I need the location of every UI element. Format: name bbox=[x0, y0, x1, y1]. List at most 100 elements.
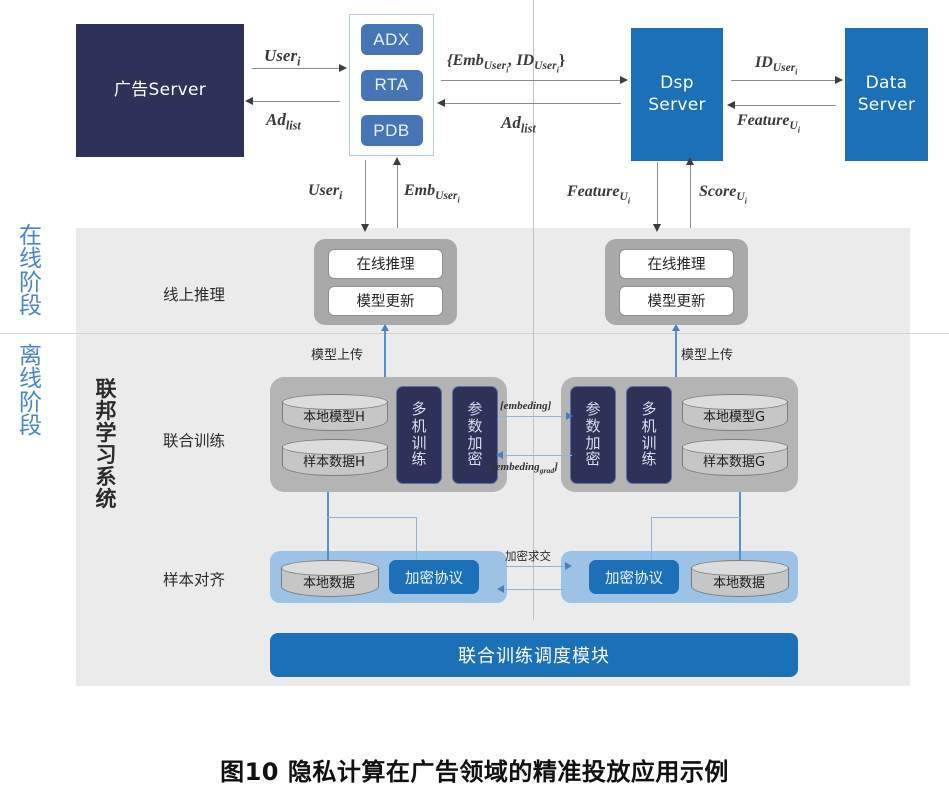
joint-training-group-left: 本地模型H 样本数据H 多机训练 参数加密 bbox=[270, 377, 507, 492]
arrow-adlist2-line bbox=[441, 103, 621, 105]
param-encrypt-right-label: 参数加密 bbox=[585, 399, 601, 469]
encrypted-intersect-label-text: 加密求交 bbox=[505, 549, 551, 563]
online-inference-box-right[interactable]: 在线推理 bbox=[619, 248, 734, 279]
flow-feature-down-head bbox=[653, 224, 661, 232]
label-user-i-sub: i bbox=[297, 54, 301, 69]
system-label: 联邦学习系统 bbox=[90, 378, 122, 510]
label-id-user: IDUseri bbox=[755, 54, 797, 76]
arrow-feature-line bbox=[731, 105, 836, 107]
flow-score-up-head bbox=[686, 157, 694, 165]
online-inference-group-left: 在线推理 模型更新 bbox=[314, 239, 457, 325]
stage-label-offline-text: 离线阶段 bbox=[19, 343, 43, 440]
align-to-train-line-right-v1 bbox=[739, 492, 742, 560]
data-server-box[interactable]: Data Server bbox=[845, 28, 928, 161]
embeding-label: [embeding] bbox=[500, 400, 551, 412]
label-ad-list-2: Adlist bbox=[501, 113, 536, 136]
label-emb-user: EmbUseri bbox=[404, 182, 460, 204]
row-label-sample-alignment-text: 样本对齐 bbox=[163, 571, 226, 589]
rta-button[interactable]: RTA bbox=[360, 69, 423, 101]
arrow-feature-head bbox=[727, 101, 735, 109]
model-upload-line-right bbox=[675, 330, 678, 380]
local-model-store-right: 本地模型G bbox=[682, 394, 788, 431]
label-score-u-sub: U bbox=[736, 191, 745, 204]
dsp-server-label-line1: Dsp bbox=[660, 73, 694, 94]
adx-label: ADX bbox=[373, 29, 410, 49]
align-to-train-elbow-right-v bbox=[651, 517, 653, 560]
online-inference-label-left: 在线推理 bbox=[356, 257, 415, 273]
param-encrypt-left-label: 参数加密 bbox=[467, 399, 483, 469]
embeding-grad-arrow bbox=[496, 451, 503, 459]
encrypted-intersect-arrow-top bbox=[565, 562, 572, 570]
adx-button[interactable]: ADX bbox=[360, 24, 423, 55]
arrow-id-user-line bbox=[731, 80, 836, 82]
online-inference-group-right: 在线推理 模型更新 bbox=[605, 239, 748, 325]
party-divider bbox=[533, 0, 534, 620]
row-label-joint-training: 联合训练 bbox=[163, 429, 225, 451]
scheduler-bar[interactable]: 联合训练调度模块 bbox=[270, 633, 798, 677]
label-score-u-subb: i bbox=[744, 196, 747, 206]
align-to-train-elbow-left-v bbox=[416, 517, 418, 560]
model-update-box-left[interactable]: 模型更新 bbox=[328, 285, 443, 316]
joint-training-group-right: 参数加密 多机训练 本地模型G 样本数据G bbox=[561, 377, 798, 492]
flow-user-down-line bbox=[365, 160, 367, 228]
flow-user-down-head bbox=[361, 224, 369, 232]
model-update-label-left: 模型更新 bbox=[356, 294, 415, 310]
model-upload-label-left-text: 模型上传 bbox=[311, 348, 364, 363]
online-inference-box-left[interactable]: 在线推理 bbox=[328, 248, 443, 279]
local-data-store-left: 本地数据 bbox=[281, 560, 379, 597]
stage-label-online: 在线阶段 bbox=[14, 224, 48, 319]
label-emb-open: {Emb bbox=[447, 52, 484, 69]
label-feature-u-text: Feature bbox=[737, 112, 790, 129]
embeding-grad-pre: [embeding bbox=[492, 461, 540, 473]
local-model-store-right-label: 本地模型G bbox=[702, 409, 766, 425]
label-feature-down: FeatureUi bbox=[567, 183, 630, 205]
arrow-user-i-head bbox=[339, 64, 347, 72]
stage-divider bbox=[0, 333, 949, 334]
embeding-grad-sub: grad bbox=[539, 466, 555, 476]
encrypt-protocol-left[interactable]: 加密协议 bbox=[389, 560, 479, 594]
label-user-down-sub: i bbox=[339, 190, 343, 203]
encrypt-protocol-right[interactable]: 加密协议 bbox=[589, 560, 679, 594]
pdb-button[interactable]: PDB bbox=[360, 115, 423, 146]
row-label-online-inference-text: 线上推理 bbox=[163, 286, 226, 304]
label-id-user-subb: i bbox=[795, 67, 798, 77]
label-score-u-text: Score bbox=[699, 183, 737, 200]
ad-server-label: 广告Server bbox=[113, 79, 207, 100]
label-id-user-sub: User bbox=[772, 62, 796, 75]
model-upload-arrow-right bbox=[672, 324, 680, 331]
align-to-train-elbow-left-h bbox=[327, 517, 417, 519]
multi-machine-training-left[interactable]: 多机训练 bbox=[396, 385, 442, 484]
param-encrypt-right[interactable]: 参数加密 bbox=[570, 385, 616, 484]
ad-server-box[interactable]: 广告Server bbox=[76, 24, 244, 157]
align-to-train-elbow-right-h bbox=[651, 517, 741, 519]
multi-machine-training-right[interactable]: 多机训练 bbox=[626, 385, 672, 484]
flow-emb-up-head bbox=[393, 157, 401, 165]
dsp-server-box[interactable]: Dsp Server bbox=[631, 28, 723, 161]
sample-data-store-left-label: 样本数据H bbox=[303, 454, 365, 470]
local-data-store-right: 本地数据 bbox=[691, 560, 789, 597]
label-id-user-text: ID bbox=[755, 54, 773, 71]
label-emb-user-text: Emb bbox=[404, 182, 436, 199]
arrow-id-user-head bbox=[835, 76, 843, 84]
sample-data-store-right: 样本数据G bbox=[682, 439, 788, 476]
row-label-online-inference: 线上推理 bbox=[163, 283, 225, 305]
arrow-adlist-head bbox=[245, 97, 253, 105]
label-ad-list-sub: list bbox=[285, 118, 301, 133]
embeding-arrow bbox=[566, 412, 573, 420]
label-feature-u-sub: U bbox=[789, 120, 798, 133]
label-feature-down-sub: U bbox=[619, 191, 628, 204]
label-user-i-text: User bbox=[264, 46, 298, 65]
label-feature-down-text: Feature bbox=[567, 183, 620, 200]
arrow-adlist2-head bbox=[437, 99, 445, 107]
arrow-emb-id-line bbox=[441, 80, 621, 82]
row-label-sample-alignment: 样本对齐 bbox=[163, 568, 225, 590]
model-upload-label-right: 模型上传 bbox=[681, 344, 733, 363]
encrypted-intersect-label: 加密求交 bbox=[505, 548, 551, 564]
pdb-label: PDB bbox=[373, 120, 410, 140]
local-model-store-left: 本地模型H bbox=[282, 394, 388, 431]
embeding-grad-label: [embedinggrad] bbox=[492, 461, 558, 475]
stage-label-offline: 离线阶段 bbox=[14, 343, 48, 440]
label-ad-list-2-text: Ad bbox=[501, 113, 521, 132]
model-update-box-right[interactable]: 模型更新 bbox=[619, 285, 734, 316]
model-upload-line-left bbox=[384, 330, 387, 380]
